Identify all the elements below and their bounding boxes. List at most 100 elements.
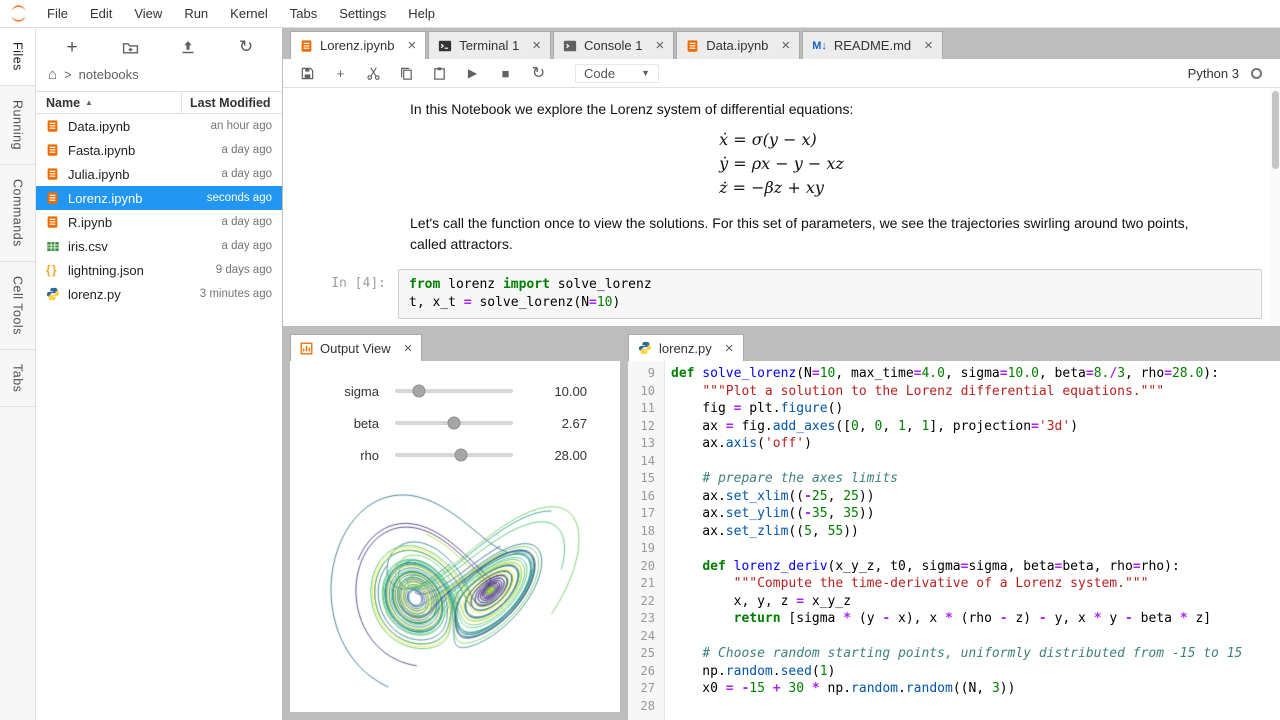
column-header-name[interactable]: Name ▲ bbox=[36, 92, 182, 113]
editor-line: 21 """Compute the time-derivative of a L… bbox=[628, 575, 1280, 593]
code-text[interactable]: """Compute the time-derivative of a Lore… bbox=[664, 575, 1148, 593]
file-row[interactable]: Fasta.ipynba day ago bbox=[36, 138, 282, 162]
code-text[interactable]: fig = plt.figure() bbox=[664, 400, 843, 418]
code-text[interactable]: np.random.seed(1) bbox=[664, 663, 835, 681]
close-icon[interactable]: × bbox=[407, 38, 416, 53]
tab-console-1[interactable]: Console 1× bbox=[553, 31, 674, 59]
code-text[interactable]: x, y, z = x_y_z bbox=[664, 593, 851, 611]
line-number: 13 bbox=[628, 435, 664, 453]
code-text[interactable]: return [sigma * (y - x), x * (rho - z) -… bbox=[664, 610, 1211, 628]
column-name-label: Name bbox=[46, 96, 80, 110]
menu-settings[interactable]: Settings bbox=[328, 0, 397, 27]
slider-label: sigma bbox=[323, 384, 379, 399]
slider-handle[interactable] bbox=[412, 385, 425, 398]
tab-output-view[interactable]: Output View × bbox=[290, 334, 422, 361]
code-text[interactable]: ax = fig.add_axes([0, 0, 1, 1], projecti… bbox=[664, 418, 1078, 436]
stop-button[interactable]: ■ bbox=[497, 65, 514, 82]
output-view-panel: Output View × sigma10.00beta2.67rho28.00 bbox=[290, 332, 620, 712]
file-row[interactable]: lorenz.py3 minutes ago bbox=[36, 282, 282, 306]
tab-data-ipynb[interactable]: Data.ipynb× bbox=[676, 31, 800, 59]
menu-edit[interactable]: Edit bbox=[79, 0, 123, 27]
close-icon[interactable]: × bbox=[781, 38, 790, 53]
file-name: Data.ipynb bbox=[68, 119, 180, 134]
upload-icon bbox=[180, 39, 196, 55]
breadcrumb-folder[interactable]: notebooks bbox=[79, 67, 139, 82]
save-button[interactable] bbox=[299, 65, 316, 82]
code-text[interactable]: ax.set_zlim((5, 55)) bbox=[664, 523, 859, 541]
code-text[interactable]: ax.set_xlim((-25, 25)) bbox=[664, 488, 875, 506]
slider-handle[interactable] bbox=[455, 449, 468, 462]
equation-block: ẋ = σ(y − x)ẏ = ρx − y − xzż = −βz + xy bbox=[719, 128, 844, 200]
tab-lorenz-ipynb[interactable]: Lorenz.ipynb× bbox=[290, 31, 426, 59]
file-row[interactable]: Julia.ipynba day ago bbox=[36, 162, 282, 186]
cell-input[interactable]: from lorenz import solve_lorenzt, x_t = … bbox=[398, 269, 1262, 319]
code-text[interactable] bbox=[664, 698, 671, 716]
sidebar-tab-cell-tools[interactable]: Cell Tools bbox=[0, 262, 35, 350]
menu-tabs[interactable]: Tabs bbox=[279, 0, 328, 27]
code-text[interactable] bbox=[664, 453, 671, 471]
new-folder-button[interactable] bbox=[120, 37, 140, 57]
file-row[interactable]: { }lightning.json9 days ago bbox=[36, 258, 282, 282]
sidebar-tab-running[interactable]: Running bbox=[0, 86, 35, 165]
sidebar-tab-commands[interactable]: Commands bbox=[0, 165, 35, 262]
upload-button[interactable] bbox=[178, 37, 198, 57]
menu-view[interactable]: View bbox=[123, 0, 173, 27]
refresh-button[interactable]: ↻ bbox=[236, 37, 256, 57]
line-number: 17 bbox=[628, 505, 664, 523]
kernel-name[interactable]: Python 3 bbox=[1188, 66, 1239, 81]
code-text[interactable] bbox=[664, 540, 671, 558]
home-icon[interactable]: ⌂ bbox=[48, 66, 57, 83]
editor-line: 11 fig = plt.figure() bbox=[628, 400, 1280, 418]
code-text[interactable]: # Choose random starting points, uniform… bbox=[664, 645, 1242, 663]
slider-track[interactable] bbox=[395, 389, 513, 393]
tab-readme-md[interactable]: M↓README.md× bbox=[802, 31, 943, 59]
cell-type-dropdown[interactable]: Code ▼ bbox=[575, 64, 659, 83]
close-icon[interactable]: × bbox=[725, 341, 734, 356]
file-row[interactable]: iris.csva day ago bbox=[36, 234, 282, 258]
run-button[interactable]: ▶ bbox=[464, 65, 481, 82]
editor-line: 10 """Plot a solution to the Lorenz diff… bbox=[628, 383, 1280, 401]
editor-line: 13 ax.axis('off') bbox=[628, 435, 1280, 453]
sidebar-tab-files[interactable]: Files bbox=[0, 28, 35, 86]
jupyter-logo-icon bbox=[0, 3, 36, 24]
file-row[interactable]: Lorenz.ipynbseconds ago bbox=[36, 186, 282, 210]
tab-terminal-1[interactable]: Terminal 1× bbox=[428, 31, 551, 59]
slider-handle[interactable] bbox=[448, 417, 461, 430]
editor-line: 28 bbox=[628, 698, 1280, 716]
line-number: 15 bbox=[628, 470, 664, 488]
scrollbar-track[interactable] bbox=[1271, 88, 1280, 326]
editor-body[interactable]: 9def solve_lorenz(N=10, max_time=4.0, si… bbox=[628, 361, 1280, 720]
code-text[interactable]: """Plot a solution to the Lorenz differe… bbox=[664, 383, 1164, 401]
paste-cells-button[interactable] bbox=[431, 65, 448, 82]
file-row[interactable]: R.ipynba day ago bbox=[36, 210, 282, 234]
menu-run[interactable]: Run bbox=[173, 0, 219, 27]
code-text[interactable]: x0 = -15 + 30 * np.random.random((N, 3)) bbox=[664, 680, 1015, 698]
file-modified: 9 days ago bbox=[180, 264, 272, 276]
code-text[interactable] bbox=[664, 628, 671, 646]
restart-kernel-button[interactable]: ↻ bbox=[530, 65, 547, 82]
close-icon[interactable]: × bbox=[924, 38, 933, 53]
line-number: 10 bbox=[628, 383, 664, 401]
slider-track[interactable] bbox=[395, 421, 513, 425]
tab-lorenz-py[interactable]: lorenz.py × bbox=[628, 334, 744, 361]
add-cell-button[interactable]: + bbox=[332, 65, 349, 82]
close-icon[interactable]: × bbox=[404, 341, 413, 356]
close-icon[interactable]: × bbox=[532, 38, 541, 53]
code-text[interactable]: # prepare the axes limits bbox=[664, 470, 898, 488]
menu-kernel[interactable]: Kernel bbox=[219, 0, 279, 27]
new-launcher-button[interactable]: + bbox=[62, 37, 82, 57]
slider-track[interactable] bbox=[395, 453, 513, 457]
code-text[interactable]: def solve_lorenz(N=10, max_time=4.0, sig… bbox=[664, 365, 1219, 383]
column-header-last-modified[interactable]: Last Modified bbox=[182, 96, 282, 110]
sidebar-tab-tabs[interactable]: Tabs bbox=[0, 350, 35, 407]
cut-cells-button[interactable] bbox=[365, 65, 382, 82]
file-row[interactable]: Data.ipynban hour ago bbox=[36, 114, 282, 138]
close-icon[interactable]: × bbox=[656, 38, 665, 53]
menu-help[interactable]: Help bbox=[397, 0, 446, 27]
code-text[interactable]: def lorenz_deriv(x_y_z, t0, sigma=sigma,… bbox=[664, 558, 1180, 576]
code-text[interactable]: ax.set_ylim((-35, 35)) bbox=[664, 505, 875, 523]
code-text[interactable]: ax.axis('off') bbox=[664, 435, 812, 453]
copy-cells-button[interactable] bbox=[398, 65, 415, 82]
scrollbar-thumb[interactable] bbox=[1272, 91, 1279, 169]
menu-file[interactable]: File bbox=[36, 0, 79, 27]
